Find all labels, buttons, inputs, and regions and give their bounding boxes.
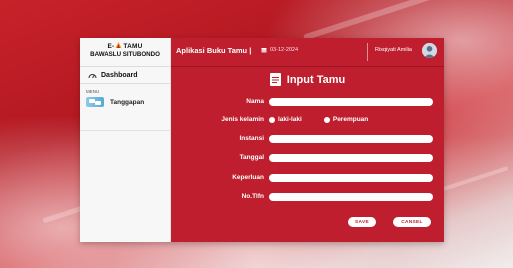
- field-label: Jenis kelamin: [221, 116, 264, 123]
- field-label: Nama: [246, 98, 264, 105]
- cancel-button[interactable]: CANSEL: [393, 217, 431, 227]
- gender-radio-group: laki-laki Perempuan: [269, 116, 368, 123]
- save-button[interactable]: SAVE: [348, 217, 376, 227]
- menu-section-label: MENU: [86, 89, 100, 94]
- header-divider: [367, 43, 368, 61]
- sidebar: E- TAMU BAWASLU SITUBONDO Dashboard MENU …: [80, 38, 171, 242]
- app-title: Aplikasi Buku Tamu |: [176, 46, 252, 55]
- field-row-keperluan: Keperluan: [171, 173, 444, 185]
- chat-bubbles-icon: [86, 97, 104, 107]
- field-label: No.Tlfn: [241, 193, 264, 200]
- tanggal-input[interactable]: [269, 154, 433, 162]
- form-title: Input Tamu: [171, 73, 444, 86]
- radio-label: laki-laki: [278, 116, 302, 123]
- field-row-nama: Nama: [171, 97, 444, 109]
- field-row-no-tlfn: No.Tlfn: [171, 192, 444, 204]
- radio-perempuan[interactable]: [323, 116, 330, 123]
- avatar[interactable]: [422, 43, 437, 58]
- divider: [80, 130, 170, 131]
- keperluan-input[interactable]: [269, 174, 433, 182]
- brand-subtitle: BAWASLU SITUBONDO: [90, 51, 160, 58]
- input-tamu-form: Input Tamu Nama Jenis kelamin laki-laki …: [171, 67, 444, 242]
- no-tlfn-input[interactable]: [269, 193, 433, 201]
- radio-laki-laki[interactable]: [269, 116, 275, 123]
- field-row-jenis-kelamin: Jenis kelamin laki-laki Perempuan: [171, 115, 444, 127]
- top-header: Aplikasi Buku Tamu | 03-12-2024 Risqiyat…: [171, 38, 444, 67]
- calendar-icon: [261, 48, 267, 53]
- user-avatar-icon: [422, 43, 437, 58]
- dashboard-gauge-icon: [88, 73, 97, 78]
- form-title-text: Input Tamu: [286, 73, 346, 86]
- sidebar-item-dashboard[interactable]: Dashboard: [80, 67, 170, 84]
- field-label: Keperluan: [232, 174, 264, 181]
- radio-label: Perempuan: [332, 116, 369, 123]
- field-label: Tanggal: [239, 154, 264, 161]
- user-name[interactable]: Risqiyati Amilia: [375, 47, 412, 53]
- sidebar-item-tanggapan[interactable]: Tanggapan: [80, 94, 170, 107]
- brand-prefix: E-: [107, 43, 115, 50]
- sidebar-item-label: Dashboard: [101, 71, 138, 79]
- bawaslu-logo-icon: [115, 42, 122, 49]
- field-row-tanggal: Tanggal: [171, 153, 444, 165]
- field-row-instansi: Instansi: [171, 134, 444, 146]
- app-window: E- TAMU BAWASLU SITUBONDO Dashboard MENU …: [80, 38, 444, 242]
- document-icon: [269, 73, 281, 86]
- date-text: 03-12-2024: [270, 47, 299, 53]
- field-label: Instansi: [239, 135, 264, 142]
- nama-input[interactable]: [269, 98, 433, 106]
- brand-suffix: TAMU: [123, 43, 143, 50]
- date-display: 03-12-2024: [261, 47, 298, 53]
- sidebar-item-label: Tanggapan: [110, 98, 145, 106]
- brand-logo: E- TAMU BAWASLU SITUBONDO: [80, 38, 170, 67]
- instansi-input[interactable]: [269, 135, 433, 143]
